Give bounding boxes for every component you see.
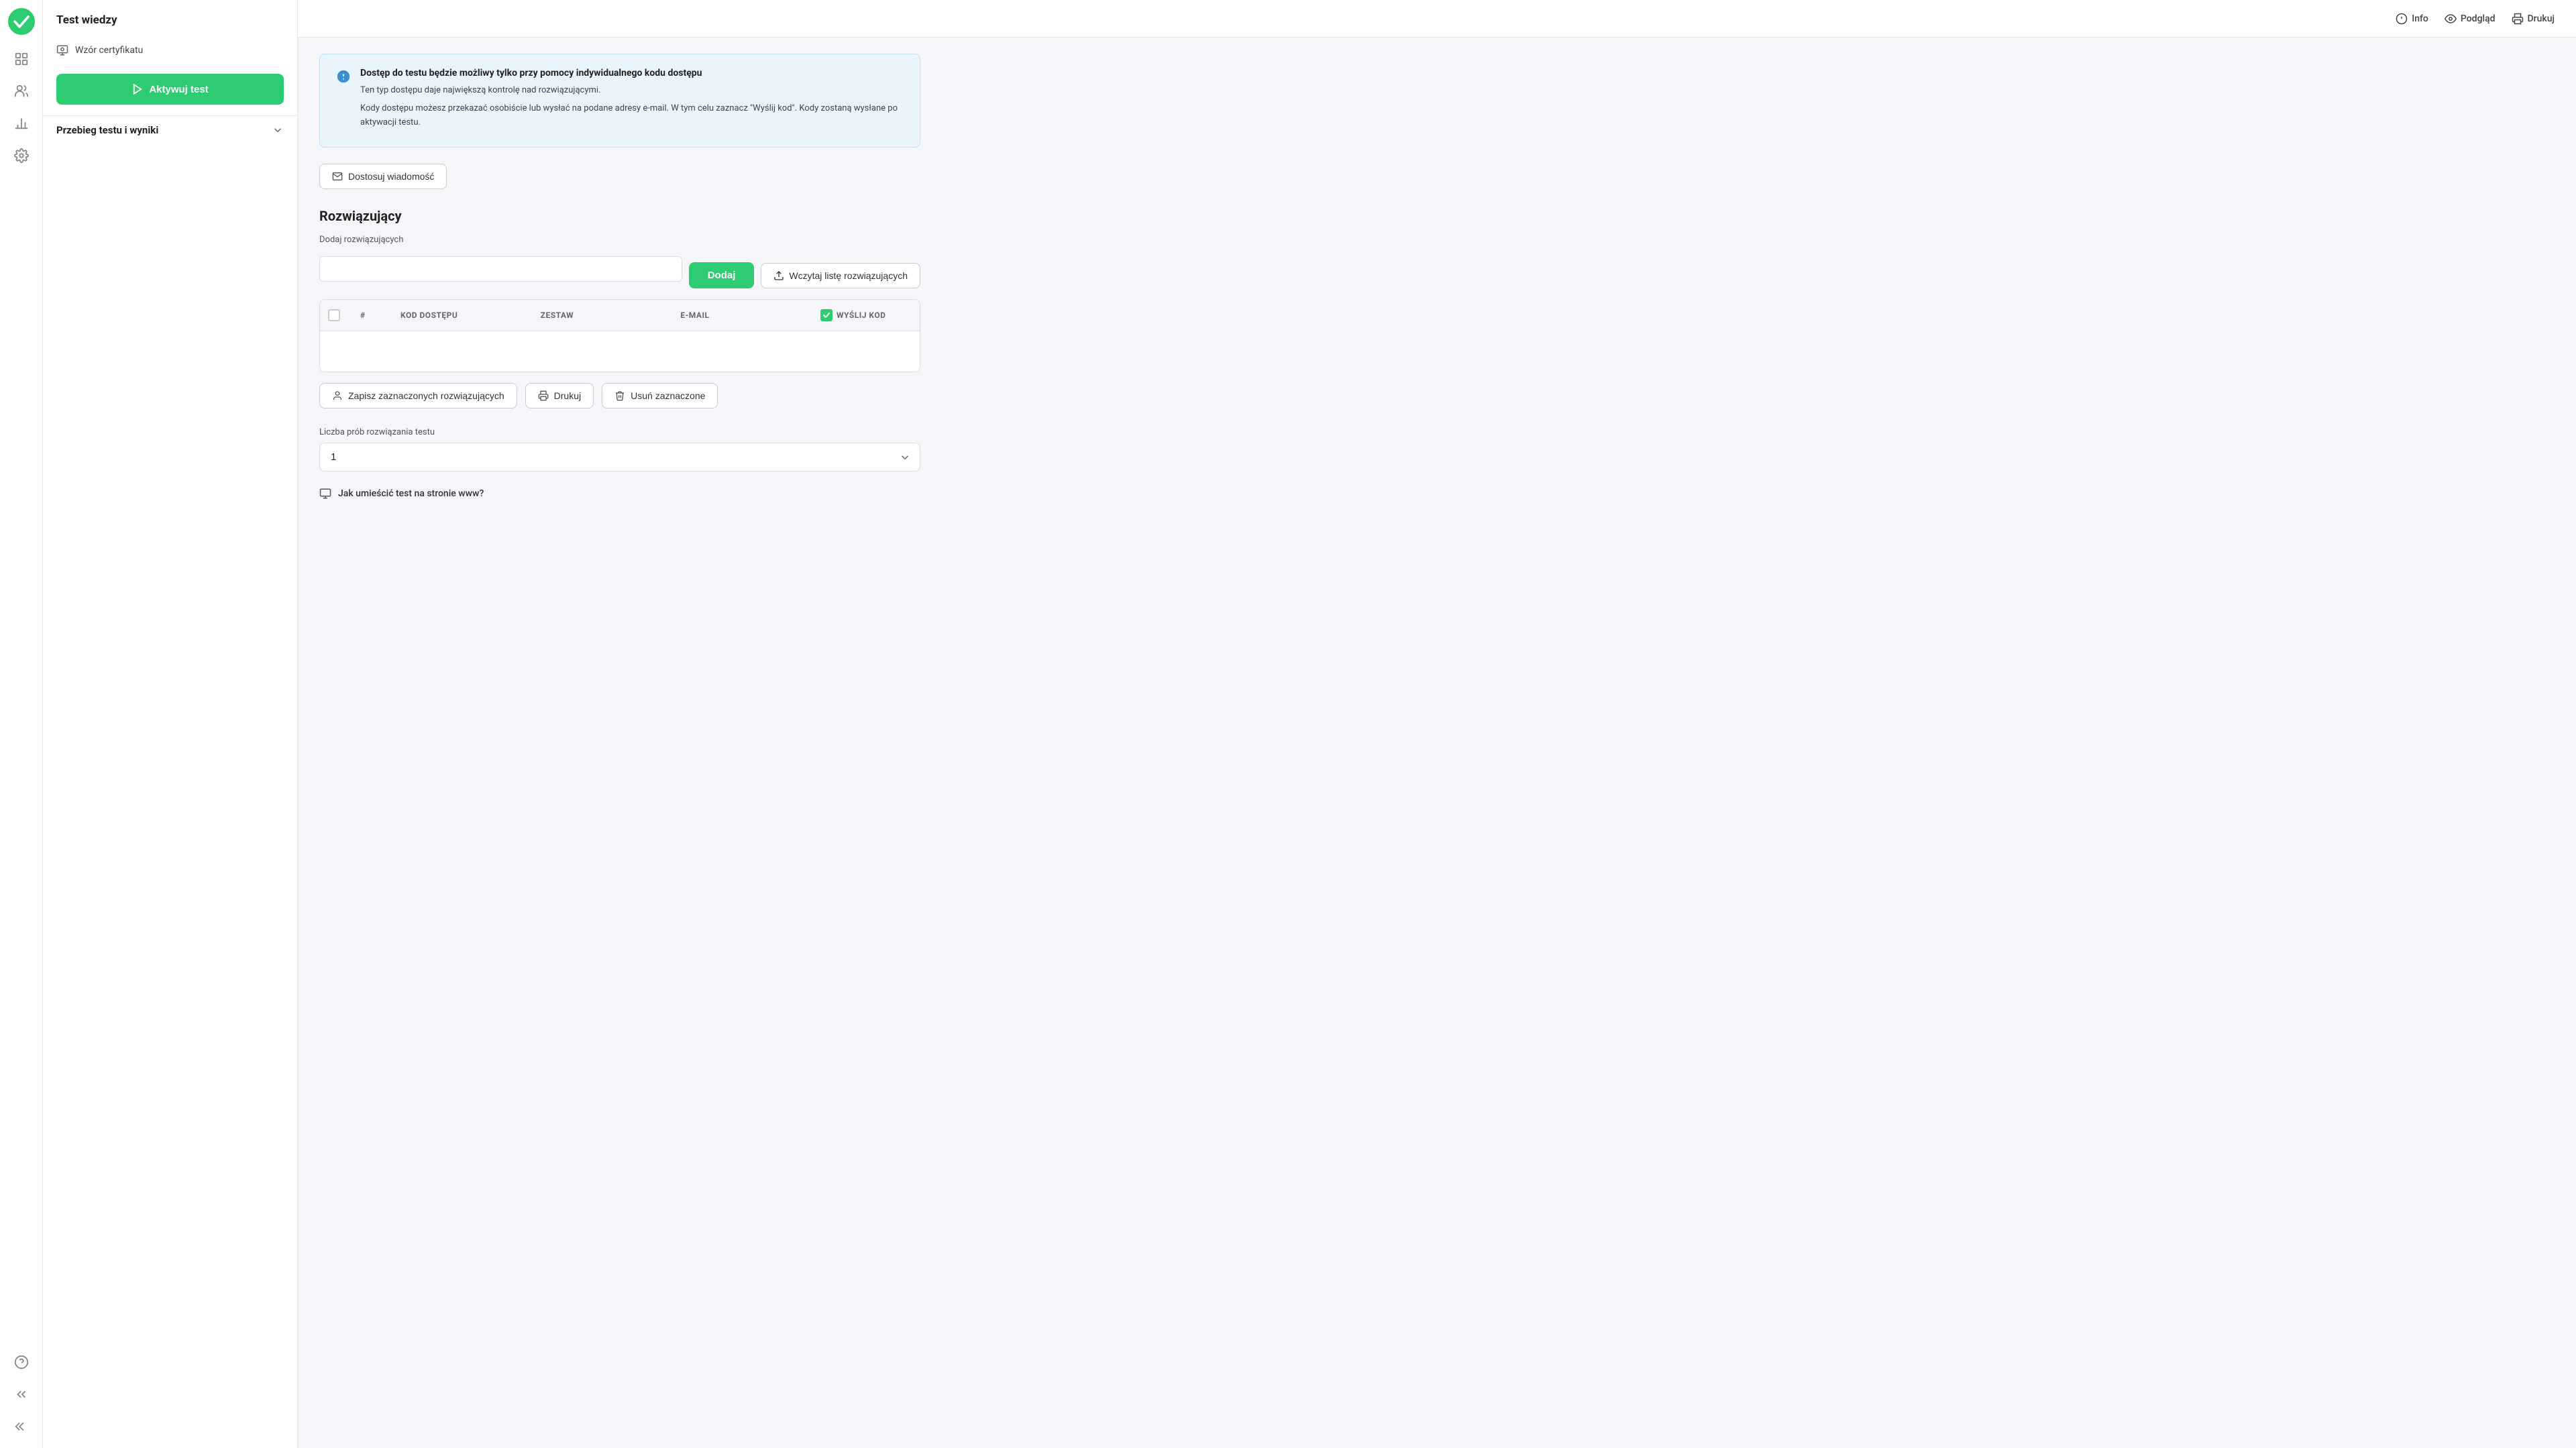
website-row[interactable]: Jak umieścić test na stronie www? [319, 488, 920, 500]
wczytaj-liste-label: Wczytaj listę rozwiązujących [789, 270, 908, 281]
preview-action[interactable]: Podgląd [2445, 13, 2496, 25]
app-logo[interactable] [8, 8, 35, 35]
table-col-zestaw: ZESTAW [533, 307, 673, 324]
users-icon[interactable] [8, 78, 35, 105]
table-checkbox-col[interactable] [320, 307, 352, 324]
attempts-select-wrapper: 1 2 3 Bez limitu [319, 443, 920, 471]
resolvers-table: # KOD DOSTĘPU ZESTAW E-MAIL WYŚLIJ KOD [319, 299, 920, 372]
dostosuj-wiadomosc-button[interactable]: Dostosuj wiadomość [319, 164, 447, 189]
preview-label: Podgląd [2461, 13, 2496, 24]
section-header-wyniki[interactable]: Przebieg testu i wyniki [43, 115, 297, 144]
website-label: Jak umieścić test na stronie www? [338, 488, 484, 499]
add-field-row: Dodaj Wczytaj listę rozwiązujących [319, 249, 920, 288]
print-label: Drukuj [2528, 13, 2555, 24]
message-icon [332, 171, 343, 182]
info-box-text2: Kody dostępu możesz przekazać osobiście … [360, 102, 904, 130]
table-header: # KOD DOSTĘPU ZESTAW E-MAIL WYŚLIJ KOD [320, 300, 920, 331]
info-box-icon [336, 69, 351, 84]
table-body [320, 331, 920, 372]
left-panel: Test wiedzy Wzór certyfikatu Aktywuj tes… [43, 0, 298, 1448]
upload-icon [773, 270, 784, 281]
printer-icon [2512, 13, 2524, 25]
play-icon [131, 83, 144, 95]
page-title: Test wiedzy [43, 0, 297, 38]
add-input-group [319, 256, 682, 282]
wyslij-kod-checkbox[interactable] [820, 309, 833, 321]
zapisz-label: Zapisz zaznaczonych rozwiązujących [348, 390, 504, 401]
expand-icon[interactable] [8, 1413, 35, 1440]
add-resolver-input[interactable] [319, 256, 682, 282]
usun-zaznaczone-button[interactable]: Usuń zaznaczone [602, 383, 718, 408]
back-arrow-icon[interactable] [8, 1381, 35, 1408]
info-action[interactable]: Info [2396, 13, 2428, 25]
select-all-checkbox[interactable] [328, 309, 340, 321]
dodaj-label: Dodaj [708, 270, 736, 281]
section-header-label: Przebieg testu i wyniki [56, 124, 158, 136]
settings-icon[interactable] [8, 142, 35, 169]
print-action-icon [538, 390, 549, 401]
top-bar: Info Podgląd Drukuj [298, 0, 2576, 38]
table-col-kod: KOD DOSTĘPU [392, 307, 533, 324]
rozwiazujacy-title: Rozwiązujący [319, 208, 920, 224]
usun-label: Usuń zaznaczone [631, 390, 705, 401]
attempts-select[interactable]: 1 2 3 Bez limitu [319, 443, 920, 471]
table-col-email: E-MAIL [672, 307, 812, 324]
certificate-icon [56, 44, 68, 56]
zapisz-zaznaczonych-button[interactable]: Zapisz zaznaczonych rozwiązujących [319, 383, 517, 408]
activate-button-label: Aktywuj test [149, 84, 208, 95]
checkmark-icon [822, 311, 830, 319]
drukuj-button[interactable]: Drukuj [525, 383, 594, 408]
table-col-wyslij: WYŚLIJ KOD [812, 307, 920, 324]
embed-icon [319, 488, 331, 500]
sidebar [0, 0, 43, 1448]
certificate-label: Wzór certyfikatu [75, 45, 143, 56]
wczytaj-liste-button[interactable]: Wczytaj listę rozwiązujących [761, 263, 920, 288]
info-icon [2396, 13, 2408, 25]
table-empty-row [320, 331, 920, 372]
chart-icon[interactable] [8, 110, 35, 137]
chevron-down-icon [272, 124, 284, 136]
eye-icon [2445, 13, 2457, 25]
attempts-label: Liczba prób rozwiązania testu [319, 427, 920, 437]
drukuj-label: Drukuj [554, 390, 581, 401]
action-row: Zapisz zaznaczonych rozwiązujących Druku… [319, 383, 920, 408]
main-content: Info Podgląd Drukuj [298, 0, 2576, 1448]
info-box-text1: Ten typ dostępu daje największą kontrolę… [360, 84, 904, 98]
wyslij-kod-label: WYŚLIJ KOD [837, 311, 885, 320]
certificate-nav-item[interactable]: Wzór certyfikatu [43, 38, 297, 63]
table-col-hash: # [352, 307, 392, 324]
help-icon[interactable] [8, 1349, 35, 1376]
info-box-content: Dostęp do testu będzie możliwy tylko prz… [360, 68, 904, 133]
info-box-title: Dostęp do testu będzie możliwy tylko prz… [360, 68, 904, 78]
dodaj-button[interactable]: Dodaj [689, 262, 755, 288]
dostosuj-wiadomosc-label: Dostosuj wiadomość [348, 171, 434, 182]
info-label: Info [2412, 13, 2428, 24]
user-save-icon [332, 390, 343, 401]
info-box: Dostęp do testu będzie możliwy tylko prz… [319, 54, 920, 148]
print-action[interactable]: Drukuj [2512, 13, 2555, 25]
content-area: Dostęp do testu będzie możliwy tylko prz… [298, 38, 942, 516]
trash-icon [614, 390, 625, 401]
dashboard-icon[interactable] [8, 46, 35, 72]
attempts-section: Liczba prób rozwiązania testu 1 2 3 Bez … [319, 427, 920, 471]
add-field-label: Dodaj rozwiązujących [319, 235, 920, 245]
activate-test-button[interactable]: Aktywuj test [56, 74, 284, 105]
